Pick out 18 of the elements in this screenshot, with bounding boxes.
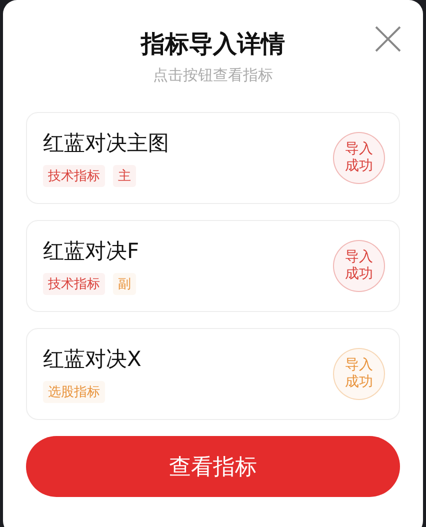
- indicator-tag: 选股指标: [43, 381, 105, 403]
- view-button[interactable]: 查看指标: [26, 436, 400, 497]
- indicator-name: 红蓝对决主图: [43, 130, 169, 157]
- status-stamp: 导入成功: [333, 132, 385, 184]
- indicator-tag: 技术指标: [43, 165, 105, 187]
- indicator-tag: 副: [113, 273, 136, 295]
- indicator-card[interactable]: 红蓝对决X 选股指标 导入成功: [26, 328, 400, 420]
- status-stamp: 导入成功: [333, 240, 385, 292]
- indicator-card[interactable]: 红蓝对决主图 技术指标 主 导入成功: [26, 112, 400, 204]
- dialog-subtitle: 点击按钮查看指标: [153, 66, 273, 85]
- close-icon[interactable]: [375, 26, 401, 52]
- status-stamp: 导入成功: [333, 348, 385, 400]
- dialog-title: 指标导入详情: [141, 29, 285, 60]
- indicator-card[interactable]: 红蓝对决F 技术指标 副 导入成功: [26, 220, 400, 312]
- indicator-name: 红蓝对决F: [43, 238, 140, 265]
- indicator-name: 红蓝对决X: [43, 346, 142, 373]
- indicator-tag: 主: [113, 165, 136, 187]
- indicator-tag: 技术指标: [43, 273, 105, 295]
